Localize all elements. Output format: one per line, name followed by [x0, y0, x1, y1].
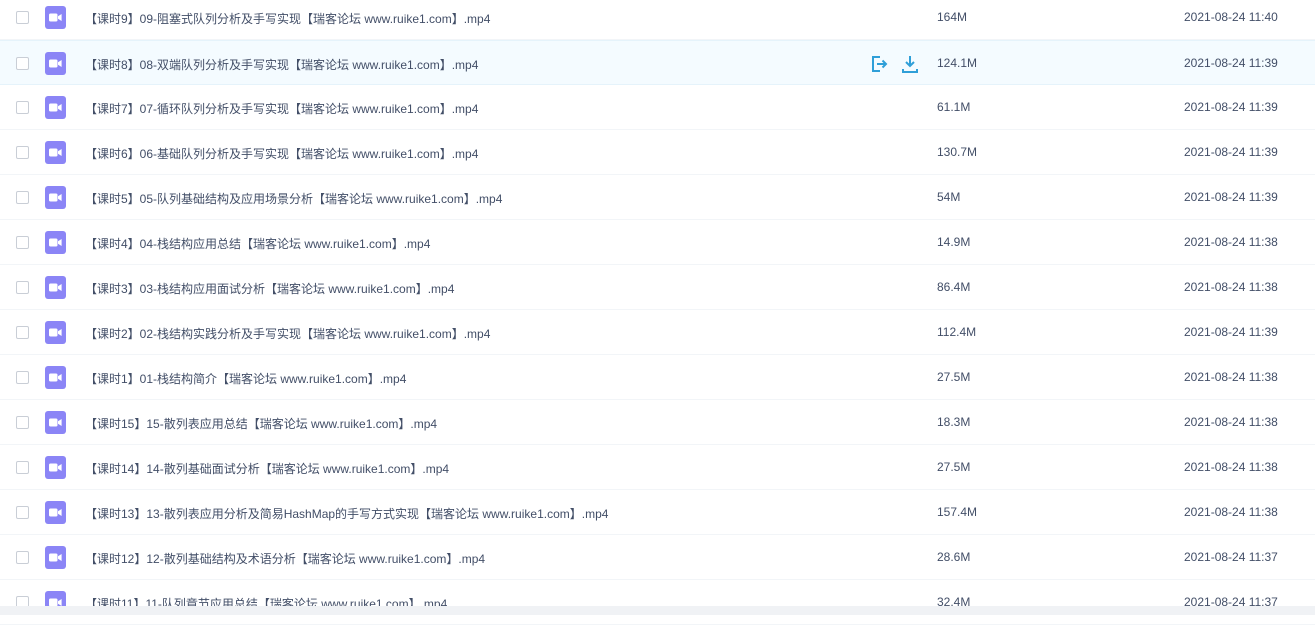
- row-checkbox[interactable]: [16, 416, 29, 429]
- file-name[interactable]: 【课时5】05-队列基础结构及应用场景分析【瑞客论坛 www.ruike1.co…: [85, 190, 502, 207]
- file-row[interactable]: 【课时3】03-栈结构应用面试分析【瑞客论坛 www.ruike1.com】.m…: [0, 265, 1315, 310]
- file-size: 14.9M: [937, 235, 970, 249]
- file-size: 86.4M: [937, 280, 970, 294]
- video-file-icon: [45, 411, 66, 434]
- video-file-icon: [45, 321, 66, 344]
- file-size: 54M: [937, 190, 960, 204]
- file-row[interactable]: 【课时6】06-基础队列分析及手写实现【瑞客论坛 www.ruike1.com】…: [0, 130, 1315, 175]
- file-name[interactable]: 【课时12】12-散列基础结构及术语分析【瑞客论坛 www.ruike1.com…: [85, 550, 485, 567]
- horizontal-scrollbar[interactable]: [0, 606, 1315, 615]
- file-row[interactable]: 【课时4】04-栈结构应用总结【瑞客论坛 www.ruike1.com】.mp4…: [0, 220, 1315, 265]
- video-file-icon: [45, 366, 66, 389]
- file-row[interactable]: 【课时8】08-双端队列分析及手写实现【瑞客论坛 www.ruike1.com】…: [0, 40, 1315, 85]
- file-modified-time: 2021-08-24 11:39: [1184, 190, 1278, 204]
- file-size: 157.4M: [937, 505, 977, 519]
- file-size: 61.1M: [937, 100, 970, 114]
- row-checkbox[interactable]: [16, 371, 29, 384]
- file-size: 112.4M: [937, 325, 976, 339]
- file-modified-time: 2021-08-24 11:38: [1184, 415, 1278, 429]
- file-size: 18.3M: [937, 415, 970, 429]
- file-row[interactable]: 【课时1】01-栈结构简介【瑞客论坛 www.ruike1.com】.mp4 2…: [0, 355, 1315, 400]
- file-size: 124.1M: [937, 56, 977, 70]
- video-file-icon: [45, 186, 66, 209]
- video-file-icon: [45, 456, 66, 479]
- video-file-icon: [45, 96, 66, 119]
- video-file-icon: [45, 52, 66, 75]
- row-checkbox[interactable]: [16, 11, 29, 24]
- file-modified-time: 2021-08-24 11:38: [1184, 460, 1278, 474]
- row-checkbox[interactable]: [16, 57, 29, 70]
- row-checkbox[interactable]: [16, 551, 29, 564]
- file-name[interactable]: 【课时2】02-栈结构实践分析及手写实现【瑞客论坛 www.ruike1.com…: [85, 325, 490, 342]
- file-list: 【课时9】09-阻塞式队列分析及手写实现【瑞客论坛 www.ruike1.com…: [0, 0, 1315, 625]
- file-row[interactable]: 【课时2】02-栈结构实践分析及手写实现【瑞客论坛 www.ruike1.com…: [0, 310, 1315, 355]
- row-checkbox[interactable]: [16, 326, 29, 339]
- row-checkbox[interactable]: [16, 191, 29, 204]
- share-icon[interactable]: [869, 54, 889, 74]
- file-size: 130.7M: [937, 145, 977, 159]
- file-size: 28.6M: [937, 550, 970, 564]
- file-size: 164M: [937, 10, 967, 24]
- file-name[interactable]: 【课时8】08-双端队列分析及手写实现【瑞客论坛 www.ruike1.com】…: [85, 56, 478, 73]
- file-name[interactable]: 【课时13】13-散列表应用分析及简易HashMap的手写方式实现【瑞客论坛 w…: [85, 505, 608, 522]
- file-size: 27.5M: [937, 460, 970, 474]
- file-row[interactable]: 【课时13】13-散列表应用分析及简易HashMap的手写方式实现【瑞客论坛 w…: [0, 490, 1315, 535]
- file-row[interactable]: 【课时7】07-循环队列分析及手写实现【瑞客论坛 www.ruike1.com】…: [0, 85, 1315, 130]
- video-file-icon: [45, 276, 66, 299]
- file-name[interactable]: 【课时14】14-散列基础面试分析【瑞客论坛 www.ruike1.com】.m…: [85, 460, 449, 477]
- file-modified-time: 2021-08-24 11:39: [1184, 100, 1278, 114]
- file-name[interactable]: 【课时4】04-栈结构应用总结【瑞客论坛 www.ruike1.com】.mp4: [85, 235, 430, 252]
- file-name[interactable]: 【课时1】01-栈结构简介【瑞客论坛 www.ruike1.com】.mp4: [85, 370, 406, 387]
- file-name[interactable]: 【课时15】15-散列表应用总结【瑞客论坛 www.ruike1.com】.mp…: [85, 415, 437, 432]
- row-checkbox[interactable]: [16, 101, 29, 114]
- file-name[interactable]: 【课时9】09-阻塞式队列分析及手写实现【瑞客论坛 www.ruike1.com…: [85, 10, 490, 27]
- file-name[interactable]: 【课时7】07-循环队列分析及手写实现【瑞客论坛 www.ruike1.com】…: [85, 100, 478, 117]
- row-checkbox[interactable]: [16, 506, 29, 519]
- row-actions: [869, 54, 928, 74]
- file-row[interactable]: 【课时14】14-散列基础面试分析【瑞客论坛 www.ruike1.com】.m…: [0, 445, 1315, 490]
- file-modified-time: 2021-08-24 11:39: [1184, 145, 1278, 159]
- file-name[interactable]: 【课时3】03-栈结构应用面试分析【瑞客论坛 www.ruike1.com】.m…: [85, 280, 454, 297]
- file-modified-time: 2021-08-24 11:38: [1184, 505, 1278, 519]
- file-modified-time: 2021-08-24 11:38: [1184, 235, 1278, 249]
- row-checkbox[interactable]: [16, 146, 29, 159]
- file-row[interactable]: 【课时11】11-队列章节应用总结【瑞客论坛 www.ruike1.com】.m…: [0, 580, 1315, 625]
- row-checkbox[interactable]: [16, 236, 29, 249]
- file-row[interactable]: 【课时9】09-阻塞式队列分析及手写实现【瑞客论坛 www.ruike1.com…: [0, 0, 1315, 40]
- video-file-icon: [45, 231, 66, 254]
- row-checkbox[interactable]: [16, 461, 29, 474]
- video-file-icon: [45, 6, 66, 29]
- file-modified-time: 2021-08-24 11:39: [1184, 56, 1278, 70]
- row-checkbox[interactable]: [16, 281, 29, 294]
- file-row[interactable]: 【课时12】12-散列基础结构及术语分析【瑞客论坛 www.ruike1.com…: [0, 535, 1315, 580]
- file-modified-time: 2021-08-24 11:37: [1184, 550, 1278, 564]
- video-file-icon: [45, 141, 66, 164]
- file-modified-time: 2021-08-24 11:39: [1184, 325, 1278, 339]
- file-row[interactable]: 【课时15】15-散列表应用总结【瑞客论坛 www.ruike1.com】.mp…: [0, 400, 1315, 445]
- file-modified-time: 2021-08-24 11:40: [1184, 10, 1278, 24]
- file-modified-time: 2021-08-24 11:38: [1184, 280, 1278, 294]
- video-file-icon: [45, 501, 66, 524]
- download-icon[interactable]: [900, 54, 920, 74]
- video-file-icon: [45, 546, 66, 569]
- file-row[interactable]: 【课时5】05-队列基础结构及应用场景分析【瑞客论坛 www.ruike1.co…: [0, 175, 1315, 220]
- file-size: 27.5M: [937, 370, 970, 384]
- file-modified-time: 2021-08-24 11:38: [1184, 370, 1278, 384]
- file-name[interactable]: 【课时6】06-基础队列分析及手写实现【瑞客论坛 www.ruike1.com】…: [85, 145, 478, 162]
